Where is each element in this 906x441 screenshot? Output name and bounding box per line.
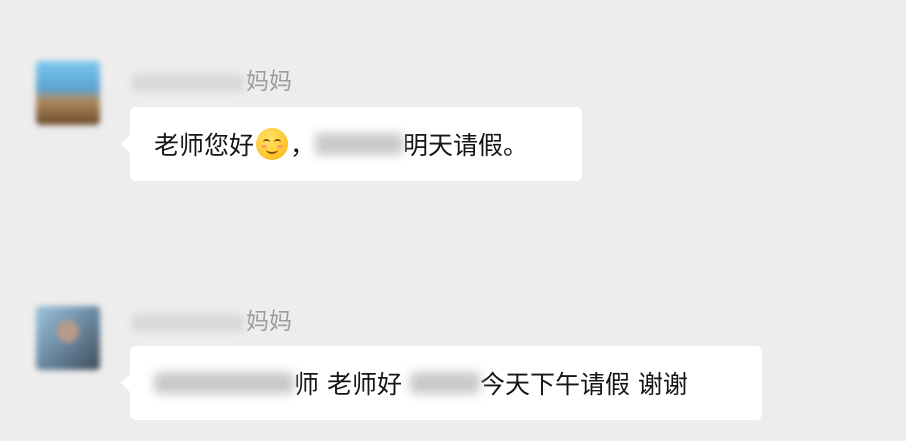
redacted-name bbox=[132, 313, 244, 332]
sender-avatar[interactable] bbox=[36, 306, 100, 370]
message-text: ， bbox=[290, 131, 316, 160]
redacted-text bbox=[315, 133, 404, 155]
redacted-name bbox=[132, 73, 244, 92]
message-text: 明天请假。 bbox=[403, 131, 529, 160]
redacted-text bbox=[154, 372, 294, 394]
smiling-face-emoji-icon bbox=[256, 128, 289, 160]
redacted-text bbox=[409, 372, 480, 394]
message-text: 老师您好 bbox=[154, 131, 255, 160]
sender-name-suffix: 妈妈 bbox=[246, 69, 292, 95]
message-text: 今天下午请假 谢谢 bbox=[479, 370, 688, 399]
message-bubble[interactable]: 老师您好 ， 明天请假。 bbox=[121, 107, 582, 181]
sender-name: 妈妈 bbox=[132, 67, 292, 97]
sender-name: 妈妈 bbox=[132, 307, 292, 337]
sender-name-suffix: 妈妈 bbox=[246, 309, 292, 335]
sender-avatar[interactable] bbox=[36, 61, 100, 125]
message-text: 师 老师好 bbox=[294, 370, 402, 399]
message-bubble[interactable]: 师 老师好 今天下午请假 谢谢 bbox=[121, 346, 762, 420]
